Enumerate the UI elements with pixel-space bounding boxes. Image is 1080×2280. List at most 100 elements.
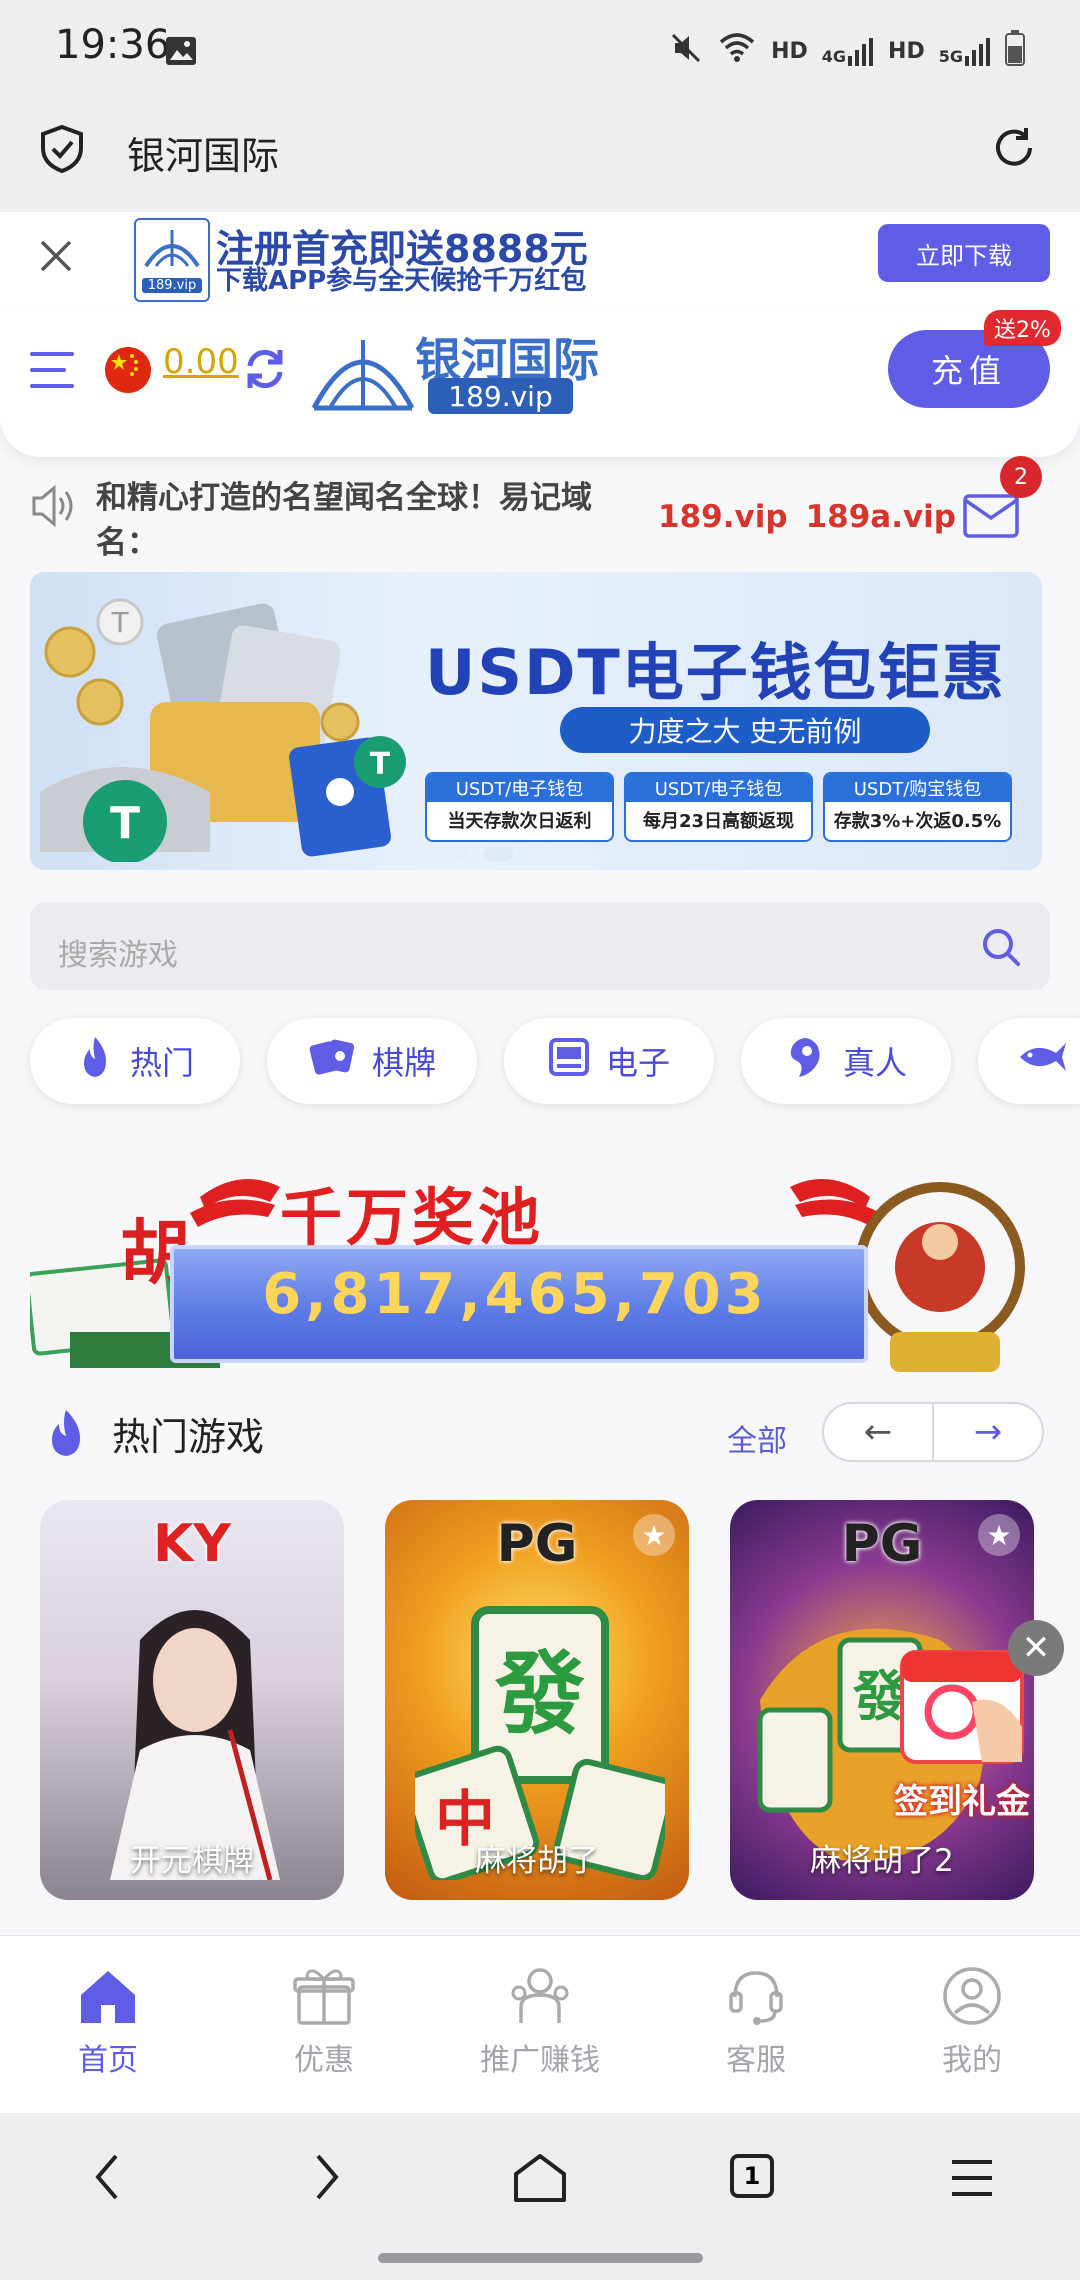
nav-label-home: 首页 <box>78 2043 138 2078</box>
nav-label-promotions: 优惠 <box>294 2043 354 2078</box>
favorite-star-icon[interactable]: ★ <box>978 1514 1020 1556</box>
game-name-mahjong: 麻将胡了 <box>475 1843 599 1879</box>
carousel-dot[interactable] <box>555 847 569 861</box>
usdt-wallet-illustration: T T T <box>40 592 420 866</box>
category-label-hot: 热门 <box>129 1044 194 1082</box>
hot-flame-icon <box>44 1408 88 1462</box>
svg-text:T: T <box>110 798 140 849</box>
signin-bonus-label[interactable]: 签到礼金 <box>872 1774 1052 1823</box>
nav-support[interactable]: 客服 <box>648 1965 864 2079</box>
game-card-kaiyuan[interactable]: KY 开元棋牌 <box>40 1500 344 1900</box>
shield-check-icon[interactable] <box>38 124 86 178</box>
nav-label-referral: 推广赚钱 <box>480 2043 600 2078</box>
china-flag-icon[interactable] <box>104 346 152 398</box>
next-arrow-icon[interactable]: → <box>934 1404 1042 1460</box>
game-card-mahjong[interactable]: PG ★ 發 中 麻将胡了 <box>385 1500 689 1900</box>
menu-more-icon[interactable] <box>948 2156 996 2204</box>
app-logo-small-text: 189.vip <box>142 278 202 293</box>
battery-icon <box>1005 30 1025 72</box>
prev-arrow-icon[interactable]: ← <box>824 1404 934 1460</box>
dealer-icon <box>785 1035 827 1087</box>
game-search-input[interactable] <box>30 902 1050 990</box>
category-tab-chess[interactable]: 棋牌 <box>267 1018 477 1104</box>
gesture-pill[interactable] <box>378 2253 703 2263</box>
web-page: 189.vip 注册首充即送8888元 下载APP参与全天候抢千万红包 立即下载… <box>0 212 1080 1937</box>
search-icon[interactable] <box>980 926 1022 972</box>
category-tab-slots[interactable]: 电子 <box>504 1018 714 1104</box>
banner-offer-3-body: 存款3%+次返0.5% <box>833 811 1002 832</box>
close-icon[interactable] <box>38 238 74 278</box>
support-icon <box>725 1965 787 2031</box>
banner-offer-1-head: USDT/电子钱包 <box>427 774 612 802</box>
nav-profile[interactable]: 我的 <box>864 1965 1080 2079</box>
category-label-live: 真人 <box>842 1044 907 1082</box>
home-button-icon[interactable] <box>512 2152 568 2208</box>
site-logo-domain: 189.vip <box>428 378 573 414</box>
category-tab-fishing[interactable] <box>978 1018 1080 1104</box>
nav-promotions[interactable]: 优惠 <box>216 1965 432 2079</box>
banner-offer-2-head: USDT/电子钱包 <box>626 774 811 802</box>
speaker-icon <box>30 484 78 532</box>
wifi-icon <box>717 32 757 70</box>
app-logo-small: 189.vip <box>134 218 210 302</box>
category-label-chess: 棋牌 <box>371 1044 436 1082</box>
site-logo-icon[interactable] <box>310 326 416 420</box>
svg-text:T: T <box>110 606 129 639</box>
image-icon <box>165 36 197 70</box>
nav-referral[interactable]: 推广赚钱 <box>432 1965 648 2079</box>
close-popup-icon[interactable]: ✕ <box>1008 1620 1064 1676</box>
back-icon[interactable] <box>88 2152 128 2206</box>
banner-offer-1-body: 当天存款次日返利 <box>447 811 592 832</box>
hd-label-1: HD <box>771 38 808 64</box>
svg-text:T: T <box>370 747 391 782</box>
slot-machine-icon <box>548 1037 590 1085</box>
search-placeholder: 搜索游戏 <box>58 938 178 973</box>
jackpot-title: 千万奖池 <box>280 1181 545 1254</box>
mute-icon <box>669 31 703 71</box>
carousel-dot[interactable] <box>455 847 469 861</box>
view-all-link[interactable]: 全部 <box>727 1416 787 1460</box>
banner-offer-3: USDT/购宝钱包 存款3%+次返0.5% <box>823 772 1012 842</box>
svg-text:發: 發 <box>494 1642 585 1747</box>
carousel-dot-active[interactable] <box>483 847 513 861</box>
notice-domain-2[interactable]: 189a.vip <box>806 499 956 535</box>
notice-text: 和精心打造的名望闻名全球！易记域名： <box>96 480 592 561</box>
forward-icon[interactable] <box>306 2152 346 2206</box>
hd-label-2: HD <box>888 38 925 64</box>
cards-icon <box>308 1037 356 1085</box>
category-tab-live[interactable]: 真人 <box>741 1018 951 1104</box>
carousel-indicator <box>455 847 597 861</box>
carousel-dot[interactable] <box>583 847 597 861</box>
banner-title: USDT电子钱包钜惠 <box>425 636 1006 709</box>
hot-games-title: 热门游戏 <box>112 1415 265 1459</box>
notice-domain-1[interactable]: 189.vip <box>658 499 788 535</box>
menu-icon[interactable] <box>28 346 76 398</box>
home-icon <box>75 1965 141 2031</box>
mail-icon[interactable] <box>962 490 1020 544</box>
category-tab-hot[interactable]: 热门 <box>30 1018 240 1104</box>
profile-icon <box>941 1965 1003 2031</box>
favorite-star-icon[interactable]: ★ <box>633 1514 675 1556</box>
banner-slogan: 力度之大 史无前例 <box>560 707 930 753</box>
carousel-dot[interactable] <box>527 847 541 861</box>
status-time: 19:36 <box>55 22 171 68</box>
nav-home[interactable]: 首页 <box>0 1965 216 2079</box>
tabs-button[interactable]: 1 <box>730 2154 774 2198</box>
banner-offer-3-head: USDT/购宝钱包 <box>825 774 1010 802</box>
signal-5g-icon: 5G <box>939 36 991 66</box>
jackpot-amount: 6,817,465,703 <box>262 1262 768 1327</box>
balance-amount: 0.00 <box>163 342 239 382</box>
refresh-balance-icon[interactable] <box>242 346 288 396</box>
banner-offer-2-body: 每月23日高额返现 <box>642 811 795 832</box>
reload-icon[interactable] <box>990 124 1038 176</box>
mail-count-badge: 2 <box>1000 456 1042 498</box>
fish-icon <box>1018 1035 1068 1087</box>
bonus-badge: 送2% <box>984 310 1061 346</box>
browser-page-title[interactable]: 银河国际 <box>127 125 279 180</box>
promo-carousel-banner[interactable]: T T T USDT电子钱包钜惠 力度之大 史无前例 USDT/电子钱包 当天存… <box>30 572 1042 870</box>
hot-games-pager: ← → <box>822 1402 1044 1462</box>
game-name-mahjong2: 麻将胡了2 <box>810 1843 954 1879</box>
flame-icon <box>76 1035 114 1087</box>
download-app-button[interactable]: 立即下载 <box>878 224 1050 282</box>
promo-subline: 下载APP参与全天候抢千万红包 <box>216 266 587 296</box>
